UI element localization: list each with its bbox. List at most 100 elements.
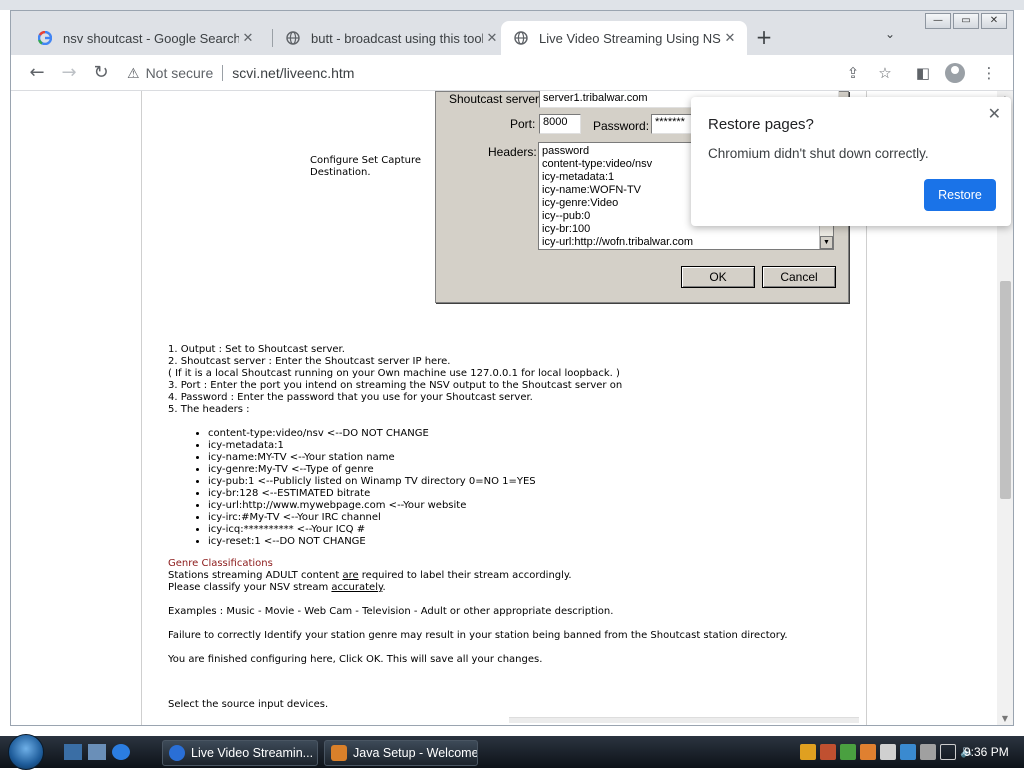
tray-app-icon[interactable] — [840, 744, 856, 760]
genre-line-2: Please classify your NSV stream accurate… — [168, 582, 858, 594]
taskbar-item-browser[interactable]: Live Video Streamin... — [162, 740, 318, 766]
dialog-cancel-button: Cancel — [762, 266, 836, 288]
list-item: icy-name:MY-TV <--Your station name — [208, 452, 858, 464]
maximize-button[interactable]: ▭ — [953, 13, 979, 29]
restore-button[interactable]: Restore — [924, 179, 996, 211]
genre-text: Please classify your NSV stream — [168, 582, 332, 593]
internet-explorer-icon[interactable] — [112, 744, 130, 760]
tab-close-icon[interactable]: ✕ — [721, 31, 739, 46]
network-icon[interactable] — [940, 744, 956, 760]
new-tab-button[interactable]: + — [751, 25, 777, 51]
genre-line-1: Stations streaming ADULT content are req… — [168, 570, 858, 582]
password-label: Password: — [593, 119, 650, 133]
tray-app-icon[interactable] — [820, 744, 836, 760]
step-line: 4. Password : Enter the password that yo… — [168, 392, 533, 403]
java-icon — [331, 745, 347, 761]
instructions: 1. Output : Set to Shoutcast server. 2. … — [168, 344, 858, 711]
scroll-down-icon[interactable]: ▼ — [997, 711, 1013, 725]
list-item: icy-br:128 <--ESTIMATED bitrate — [208, 488, 858, 500]
genre-emphasis: are — [342, 570, 359, 581]
switch-windows-icon[interactable] — [88, 744, 106, 760]
headers-label: Headers: — [488, 145, 537, 159]
caption-line-2: Destination. — [310, 167, 371, 178]
globe-icon — [513, 30, 529, 46]
tab-search-chevron-icon[interactable]: ⌄ — [885, 27, 895, 41]
select-source-text: Select the source input devices. — [168, 699, 329, 710]
step-line: 1. Output : Set to Shoutcast server. — [168, 344, 345, 355]
genre-title: Genre Classifications — [168, 558, 273, 569]
popup-close-icon[interactable]: ✕ — [988, 104, 1001, 124]
taskbar: Live Video Streamin... Java Setup - Welc… — [0, 734, 1024, 770]
scroll-thumb[interactable] — [1000, 281, 1011, 499]
share-icon[interactable]: ⇪ — [843, 63, 863, 83]
scroll-down-arrow-icon: ▼ — [820, 236, 833, 249]
list-item: icy-pub:1 <--Publicly listed on Winamp T… — [208, 476, 858, 488]
horizontal-scrollbar[interactable] — [509, 717, 859, 723]
tab-strip: nsv shoutcast - Google Search ✕ butt - b… — [11, 11, 1013, 55]
failure-text: Failure to correctly Identify your stati… — [168, 630, 788, 641]
close-window-button[interactable]: ✕ — [981, 13, 1007, 29]
server-label: Shoutcast server: — [449, 92, 543, 106]
restore-pages-popup: Restore pages? Chromium didn't shut down… — [691, 97, 1011, 226]
start-button[interactable] — [8, 734, 44, 770]
desktop-background — [0, 0, 1024, 10]
reload-icon[interactable]: ↻ — [89, 61, 113, 85]
tray-app-icon[interactable] — [880, 744, 896, 760]
list-item: icy-icq:********** <--Your ICQ # — [208, 524, 858, 536]
kebab-menu-icon[interactable]: ⋮ — [979, 63, 999, 83]
window-controls: — ▭ ✕ — [925, 13, 1007, 29]
tab-live-video[interactable]: Live Video Streaming Using NSV ✕ — [501, 21, 747, 55]
search-tray-icon[interactable] — [800, 744, 816, 760]
list-item: icy-genre:My-TV <--Type of genre — [208, 464, 858, 476]
google-icon — [37, 30, 53, 46]
tab-close-icon[interactable]: ✕ — [483, 31, 501, 46]
browser-window: nsv shoutcast - Google Search ✕ butt - b… — [10, 10, 1014, 726]
tab-butt[interactable]: butt - broadcast using this tool ✕ — [273, 21, 509, 55]
figure-caption: Configure Set Capture Destination. — [310, 155, 421, 179]
address-bar[interactable]: ⚠ Not secure scvi.net/liveenc.htm — [121, 59, 901, 87]
tab-label: nsv shoutcast - Google Search — [63, 30, 239, 46]
tab-label: butt - broadcast using this tool — [311, 30, 483, 46]
port-field: 8000 — [539, 114, 581, 134]
examples-text: Examples : Music - Movie - Web Cam - Tel… — [168, 606, 614, 617]
tray-app-icon[interactable] — [920, 744, 936, 760]
step-line: 2. Shoutcast server : Enter the Shoutcas… — [168, 356, 451, 367]
show-desktop-icon[interactable] — [64, 744, 82, 760]
genre-text: . — [382, 582, 386, 593]
url-text[interactable]: scvi.net/liveenc.htm — [232, 65, 354, 81]
list-item: icy-irc:#My-TV <--Your IRC channel — [208, 512, 858, 524]
step-line: ( If it is a local Shoutcast running on … — [168, 368, 620, 379]
tab-google-search[interactable]: nsv shoutcast - Google Search ✕ — [25, 21, 265, 55]
back-arrow-icon[interactable]: ← — [25, 61, 49, 85]
taskbar-label: Java Setup - Welcome — [353, 746, 478, 760]
minimize-button[interactable]: — — [925, 13, 951, 29]
caption-line-1: Configure Set Capture — [310, 155, 422, 166]
tab-close-icon[interactable]: ✕ — [239, 31, 257, 46]
dialog-ok-button: OK — [681, 266, 755, 288]
warning-icon[interactable]: ⚠ — [127, 65, 140, 82]
system-tray: 🔈 — [800, 744, 976, 760]
popup-title: Restore pages? — [708, 116, 814, 133]
bookmark-star-icon[interactable]: ☆ — [875, 63, 895, 83]
taskbar-label: Live Video Streamin... — [191, 746, 314, 760]
header-line: icy-url:http://wofn.tribalwar.com — [542, 236, 693, 248]
list-item: icy-metadata:1 — [208, 440, 858, 452]
genre-text: required to label their stream according… — [358, 570, 572, 581]
tab-label: Live Video Streaming Using NSV — [539, 30, 721, 46]
forward-arrow-icon[interactable]: → — [57, 61, 81, 85]
tray-app-icon[interactable] — [860, 744, 876, 760]
tray-app-icon[interactable] — [900, 744, 916, 760]
address-separator — [222, 65, 224, 81]
headers-list: content-type:video/nsv <--DO NOT CHANGE … — [168, 428, 858, 548]
chromium-icon — [169, 745, 185, 761]
side-panel-icon[interactable]: ◧ — [913, 63, 933, 83]
security-status[interactable]: Not secure — [146, 65, 214, 81]
globe-icon — [285, 30, 301, 46]
step-line: 5. The headers : — [168, 404, 250, 415]
browser-toolbar: ← → ↻ ⚠ Not secure scvi.net/liveenc.htm … — [11, 55, 1013, 91]
genre-emphasis: accurately — [331, 582, 383, 593]
profile-avatar[interactable] — [945, 63, 965, 83]
taskbar-item-java[interactable]: Java Setup - Welcome — [324, 740, 478, 766]
finished-text: You are finished configuring here, Click… — [168, 654, 543, 665]
clock[interactable]: 9:36 PM — [964, 745, 1009, 759]
